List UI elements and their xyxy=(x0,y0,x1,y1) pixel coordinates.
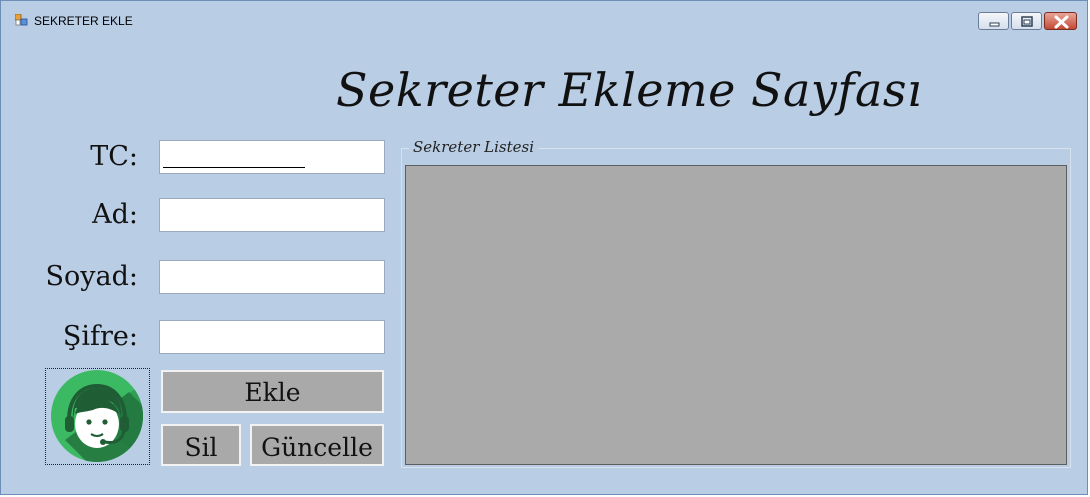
close-button[interactable] xyxy=(1044,12,1077,30)
sifre-label: Şifre: xyxy=(62,321,138,352)
minimize-button[interactable] xyxy=(978,12,1009,30)
close-icon xyxy=(1054,15,1069,29)
delete-button[interactable]: Sil xyxy=(161,424,241,466)
maximize-button[interactable] xyxy=(1011,12,1042,30)
secretary-logo xyxy=(45,368,150,465)
secretary-headset-icon xyxy=(51,370,143,462)
soyad-field[interactable] xyxy=(159,260,385,294)
update-button[interactable]: Güncelle xyxy=(250,424,384,466)
title-bar[interactable]: SEKRETER EKLE xyxy=(1,1,1087,35)
ad-field[interactable] xyxy=(159,198,385,232)
tc-label: TC: xyxy=(90,141,138,172)
sifre-field[interactable] xyxy=(159,320,385,354)
secretary-data-grid[interactable] xyxy=(405,165,1067,465)
add-button[interactable]: Ekle xyxy=(161,370,384,413)
app-icon xyxy=(15,14,28,26)
page-title: Sekreter Ekleme Sayfası xyxy=(336,63,923,117)
tc-field[interactable] xyxy=(159,140,385,174)
main-window: SEKRETER EKLE Sekreter Ekleme Sayfası TC… xyxy=(0,0,1088,495)
window-title: SEKRETER EKLE xyxy=(34,14,133,28)
soyad-label: Soyad: xyxy=(45,261,138,292)
ad-label: Ad: xyxy=(92,199,138,230)
secretary-list-title: Sekreter Listesi xyxy=(409,138,538,156)
maximize-icon xyxy=(1021,16,1033,27)
minimize-icon xyxy=(989,22,1000,27)
